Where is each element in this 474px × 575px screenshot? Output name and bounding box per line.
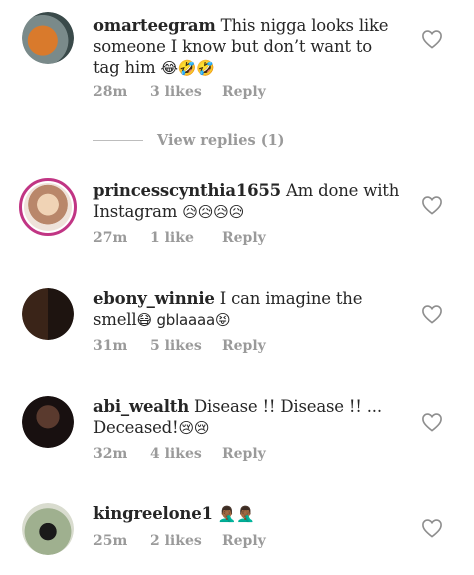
comment-timestamp[interactable]: 28m <box>93 84 150 100</box>
reply-button[interactable]: Reply <box>222 230 266 246</box>
comment-emoji: 😥😥😥😥 <box>182 203 245 221</box>
comment-timestamp[interactable]: 25m <box>93 533 150 549</box>
comment-username[interactable]: princesscynthia1655 <box>93 181 281 200</box>
comment-timestamp[interactable]: 31m <box>93 338 150 354</box>
avatar[interactable] <box>19 178 77 236</box>
comment-meta: 31m 5 likes Reply <box>93 338 266 354</box>
comment-timestamp[interactable]: 32m <box>93 446 150 462</box>
comment-meta: 25m 2 likes Reply <box>93 533 266 549</box>
comment-likes-count[interactable]: 4 likes <box>150 446 222 462</box>
comment-body: princesscynthia1655 Am done with Instagra… <box>93 180 403 223</box>
comment-likes-count[interactable]: 1 like <box>150 230 222 246</box>
comment-likes-count[interactable]: 2 likes <box>150 533 222 549</box>
like-heart-icon[interactable] <box>421 304 443 324</box>
avatar[interactable] <box>22 503 74 555</box>
comment-username[interactable]: ebony_winnie <box>93 289 215 308</box>
reply-button[interactable]: Reply <box>222 338 266 354</box>
avatar-image <box>22 503 74 555</box>
comment-emoji: 😷 gblaaaa😝 <box>136 311 231 329</box>
divider <box>93 139 143 141</box>
comment-emoji: 🤦🏾‍♂️🤦🏾‍♂️ <box>217 505 255 523</box>
avatar-image <box>22 288 74 340</box>
avatar-image <box>24 183 72 231</box>
avatar[interactable] <box>22 288 74 340</box>
comment-meta: 28m 3 likes Reply <box>93 84 266 100</box>
comment-body: abi_wealth Disease !! Disease !! ... Dece… <box>93 396 403 439</box>
comment-meta: 27m 1 like Reply <box>93 230 266 246</box>
avatar-image <box>22 396 74 448</box>
view-replies-row: View replies (1) <box>93 130 285 150</box>
comment-body: ebony_winnie I can imagine the smell😷 gbl… <box>93 288 403 331</box>
view-replies-button[interactable]: View replies (1) <box>157 132 285 149</box>
avatar[interactable] <box>22 12 74 64</box>
comment-meta: 32m 4 likes Reply <box>93 446 266 462</box>
reply-button[interactable]: Reply <box>222 533 266 549</box>
reply-button[interactable]: Reply <box>222 446 266 462</box>
comment-username[interactable]: abi_wealth <box>93 397 189 416</box>
comment-emoji: 😢😢 <box>178 419 210 437</box>
comment-body: kingreelone1 🤦🏾‍♂️🤦🏾‍♂️ <box>93 503 403 525</box>
like-heart-icon[interactable] <box>421 29 443 49</box>
like-heart-icon[interactable] <box>421 412 443 432</box>
comment-likes-count[interactable]: 3 likes <box>150 84 222 100</box>
comment-likes-count[interactable]: 5 likes <box>150 338 222 354</box>
comment-timestamp[interactable]: 27m <box>93 230 150 246</box>
comment-emoji: 😂🤣🤣 <box>160 59 215 77</box>
comment-username[interactable]: kingreelone1 <box>93 504 213 523</box>
like-heart-icon[interactable] <box>421 518 443 538</box>
avatar[interactable] <box>22 396 74 448</box>
reply-button[interactable]: Reply <box>222 84 266 100</box>
like-heart-icon[interactable] <box>421 195 443 215</box>
avatar-image <box>22 12 74 64</box>
comment-body: omarteegram This nigga looks like someone… <box>93 15 403 79</box>
comment-username[interactable]: omarteegram <box>93 16 216 35</box>
